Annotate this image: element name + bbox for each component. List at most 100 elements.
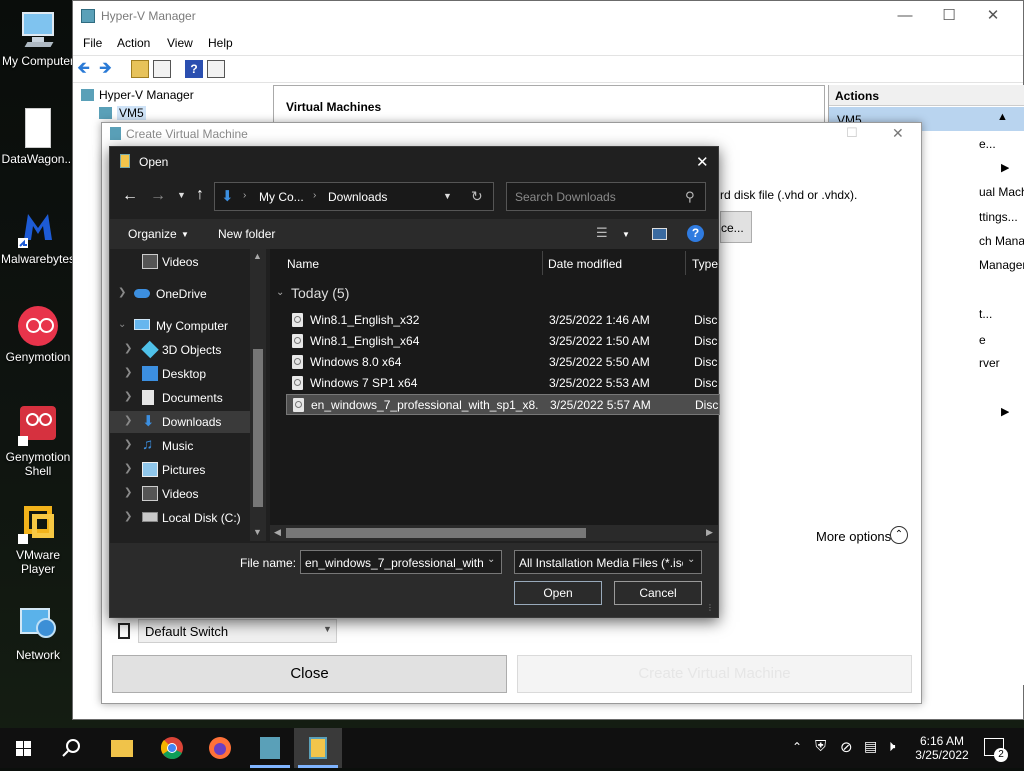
- security-shield-icon[interactable]: ⛨: [815, 738, 826, 755]
- nav-item-desktop[interactable]: ❯ Desktop: [110, 363, 262, 385]
- menu-help[interactable]: Help: [208, 36, 233, 50]
- group-header-today[interactable]: ⌄ Today (5): [276, 283, 476, 305]
- desktop-icon-vmware-player[interactable]: VMware Player: [0, 504, 76, 576]
- column-header-date[interactable]: Date modified: [548, 257, 622, 271]
- close-icon[interactable]: ✕: [696, 153, 709, 171]
- cancel-button[interactable]: Cancel: [614, 581, 702, 605]
- address-bar[interactable]: ⬇ › My Co... › Downloads ▼ ↻: [214, 182, 494, 211]
- clock[interactable]: 6:16 AM 3/25/2022: [910, 732, 974, 766]
- desktop-icon-datawagon[interactable]: DataWagon...: [0, 108, 76, 166]
- file-row[interactable]: Windows 8.0 x64 3/25/2022 5:50 AM Disc I: [286, 352, 720, 373]
- recent-locations-chevron-icon[interactable]: ▼: [177, 190, 186, 200]
- file-explorer-taskbar-button[interactable]: [98, 728, 146, 768]
- resize-grip-icon[interactable]: ⋮: [706, 603, 714, 612]
- navigation-scrollbar-thumb[interactable]: [253, 349, 263, 507]
- wizard-maximize-button[interactable]: ☐: [846, 125, 858, 141]
- action-item[interactable]: ual Machin...: [979, 185, 1024, 199]
- wizard-title-bar[interactable]: Create Virtual Machine ☐ ✕: [102, 123, 921, 145]
- start-button[interactable]: [0, 728, 48, 768]
- navigation-scrollbar[interactable]: ▲ ▼: [250, 249, 266, 541]
- nav-item-onedrive[interactable]: ❯ OneDrive: [110, 283, 262, 305]
- folder-up-icon[interactable]: [131, 60, 149, 78]
- open-button[interactable]: Open: [514, 581, 602, 605]
- search-input[interactable]: Search Downloads: [515, 190, 616, 204]
- scroll-up-icon[interactable]: ▲: [253, 251, 262, 261]
- column-header-name[interactable]: Name: [287, 257, 319, 271]
- breadcrumb-downloads[interactable]: Downloads: [328, 190, 387, 204]
- network-icon[interactable]: ▤: [864, 738, 877, 755]
- file-row[interactable]: Win8.1_English_x64 3/25/2022 1:50 AM Disc …: [286, 331, 720, 352]
- action-item[interactable]: e: [979, 333, 986, 347]
- more-options-toggle[interactable]: More options ⌃: [814, 525, 914, 547]
- scroll-right-icon[interactable]: ▶: [706, 527, 713, 538]
- refresh-icon[interactable]: ↻: [471, 188, 483, 205]
- file-row[interactable]: Windows 7 SP1 x64 3/25/2022 5:53 AM Disc I: [286, 373, 720, 394]
- breadcrumb-my-computer[interactable]: My Co...: [259, 190, 304, 204]
- create-vm-taskbar-button[interactable]: [294, 728, 342, 768]
- file-row[interactable]: Win8.1_English_x32 3/25/2022 1:46 AM Disc …: [286, 310, 720, 331]
- wifi-off-icon[interactable]: ⊘: [840, 738, 853, 756]
- desktop-icon-genymotion-shell[interactable]: Genymotion Shell: [0, 406, 76, 478]
- help-icon[interactable]: ?: [185, 60, 203, 78]
- column-header-type[interactable]: Type: [692, 257, 718, 271]
- menu-action[interactable]: Action: [117, 36, 150, 50]
- action-item[interactable]: rver: [979, 356, 1000, 370]
- scroll-down-icon[interactable]: ▼: [253, 527, 262, 537]
- view-options-icon[interactable]: ☰: [596, 225, 608, 241]
- show-hide-action-pane-icon[interactable]: [207, 60, 225, 78]
- show-hidden-icons-chevron-icon[interactable]: ⌃: [792, 740, 802, 754]
- menu-view[interactable]: View: [167, 36, 193, 50]
- nav-item-documents[interactable]: ❯ Documents: [110, 387, 262, 409]
- back-arrow-icon[interactable]: ←: [122, 187, 138, 205]
- nav-item-local-disk[interactable]: ❯ Local Disk (C:): [110, 507, 262, 529]
- volume-muted-icon[interactable]: 🕨: [886, 738, 895, 755]
- action-item[interactable]: ttings...: [979, 210, 1018, 224]
- nav-item-videos-top[interactable]: Videos: [110, 251, 262, 273]
- search-box[interactable]: Search Downloads ⚲: [506, 182, 706, 211]
- hyperv-taskbar-button[interactable]: [246, 728, 294, 768]
- nav-item-downloads[interactable]: ❯ ⬇ Downloads: [110, 411, 262, 433]
- view-options-chevron-icon[interactable]: ▼: [622, 230, 630, 239]
- desktop-icon-genymotion[interactable]: Genymotion: [0, 306, 76, 364]
- tree-root[interactable]: Hyper-V Manager: [99, 88, 194, 102]
- preview-pane-icon[interactable]: [652, 228, 667, 240]
- help-icon[interactable]: ?: [687, 225, 704, 242]
- dialog-title-bar[interactable]: Open ✕: [110, 147, 718, 177]
- chevron-down-icon[interactable]: ⌄: [487, 554, 495, 565]
- browse-button[interactable]: ce...: [720, 211, 752, 243]
- nav-item-3d-objects[interactable]: ❯ 3D Objects: [110, 339, 262, 361]
- maximize-button[interactable]: ☐: [929, 5, 969, 27]
- firefox-taskbar-button[interactable]: [196, 728, 244, 768]
- file-type-select[interactable]: All Installation Media Files (*.iso ⌄: [514, 550, 702, 574]
- forward-arrow-icon[interactable]: 🡺: [99, 60, 117, 78]
- nav-item-music[interactable]: ❯ ♫ Music: [110, 435, 262, 457]
- desktop-icon-malwarebytes[interactable]: Malwarebytes: [0, 208, 76, 266]
- organize-button[interactable]: Organize: [128, 227, 177, 241]
- nav-item-my-computer[interactable]: ⌄ My Computer: [110, 315, 262, 337]
- tree-node-vm5[interactable]: VM5: [117, 106, 146, 120]
- file-row-selected[interactable]: en_windows_7_professional_with_sp1_x8...…: [286, 394, 721, 415]
- horizontal-scrollbar[interactable]: ◀ ▶: [270, 525, 718, 541]
- minimize-button[interactable]: —: [885, 5, 925, 27]
- address-history-chevron-icon[interactable]: ▼: [443, 191, 452, 201]
- new-folder-button[interactable]: New folder: [218, 227, 275, 241]
- desktop-icon-my-computer[interactable]: My Computer: [0, 10, 76, 68]
- show-hide-tree-icon[interactable]: [153, 60, 171, 78]
- forward-arrow-icon[interactable]: →: [150, 187, 166, 205]
- close-button[interactable]: Close: [112, 655, 507, 693]
- create-vm-button[interactable]: Create Virtual Machine: [517, 655, 912, 693]
- horizontal-scrollbar-thumb[interactable]: [286, 528, 586, 538]
- scroll-left-icon[interactable]: ◀: [274, 527, 281, 538]
- chrome-taskbar-button[interactable]: [148, 728, 196, 768]
- up-arrow-icon[interactable]: ↑: [196, 186, 204, 204]
- back-arrow-icon[interactable]: 🡸: [77, 60, 95, 78]
- desktop-icon-network[interactable]: Network: [0, 604, 76, 662]
- search-button[interactable]: [48, 728, 96, 768]
- action-item[interactable]: ch Manage...: [979, 234, 1024, 248]
- wizard-close-icon[interactable]: ✕: [892, 125, 904, 142]
- virtual-switch-select[interactable]: Default Switch ▼: [138, 619, 337, 643]
- nav-item-videos[interactable]: ❯ Videos: [110, 483, 262, 505]
- hyperv-title-bar[interactable]: Hyper-V Manager — ☐ ✕: [73, 1, 1023, 31]
- action-item[interactable]: e...: [979, 137, 996, 151]
- menu-file[interactable]: File: [83, 36, 102, 50]
